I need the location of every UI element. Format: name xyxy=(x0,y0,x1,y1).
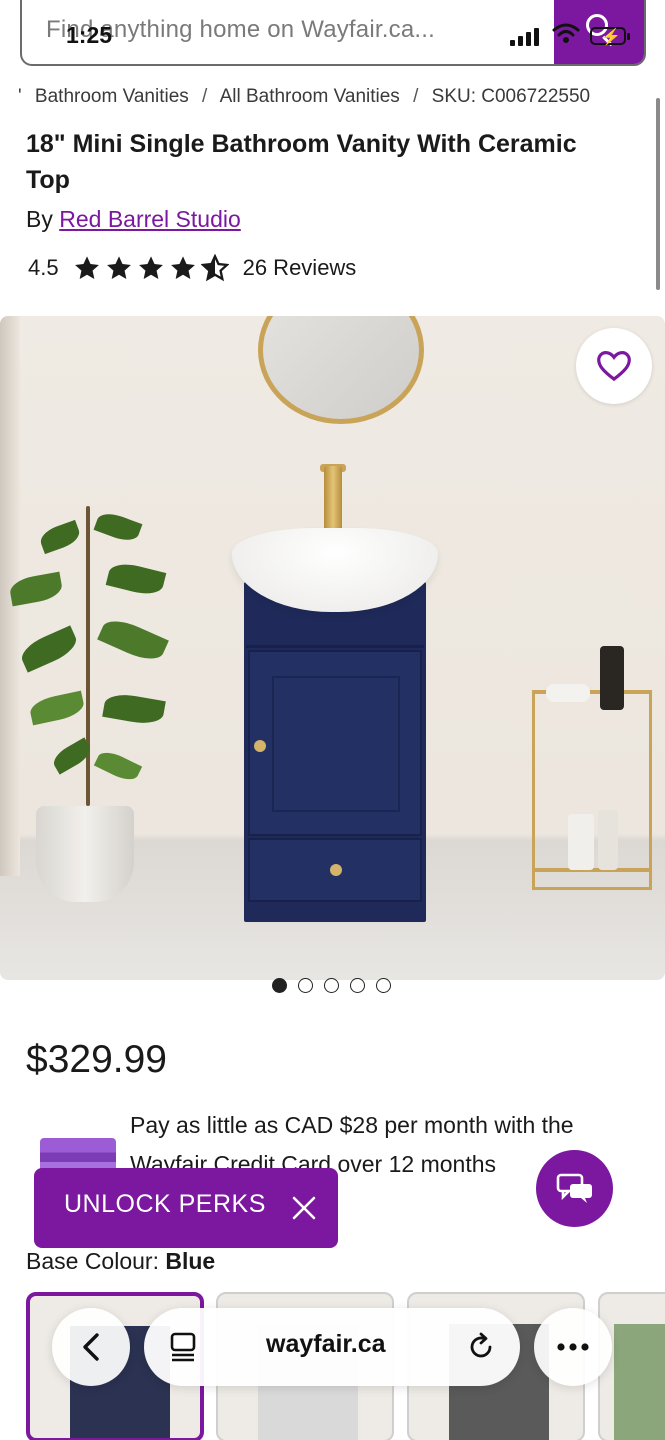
brand-link[interactable]: Red Barrel Studio xyxy=(59,206,241,232)
url-text[interactable]: wayfair.ca xyxy=(266,1330,386,1359)
more-button[interactable] xyxy=(534,1308,612,1386)
breadcrumb-item-sku: SKU: C006722550 xyxy=(431,86,591,107)
breadcrumb-lead: ' xyxy=(18,86,22,107)
faucet xyxy=(324,466,342,536)
favorite-button[interactable] xyxy=(576,328,652,404)
carousel-dot[interactable] xyxy=(350,978,365,993)
brand-line: By Red Barrel Studio xyxy=(26,206,241,233)
star-icon xyxy=(106,256,131,279)
more-icon xyxy=(557,1343,589,1351)
wifi-icon xyxy=(552,23,580,43)
breadcrumb-separator: / xyxy=(413,86,419,107)
breadcrumb: ' Bathroom Vanities / All Bathroom Vanit… xyxy=(18,86,590,108)
reviews-link[interactable]: 26 Reviews xyxy=(243,255,357,281)
battery-icon: ⚡ xyxy=(590,27,630,46)
address-bar[interactable]: wayfair.ca xyxy=(144,1308,520,1386)
unlock-perks-banner[interactable]: UNLOCK PERKS xyxy=(34,1168,338,1248)
base-colour-value: Blue xyxy=(165,1248,216,1274)
carousel-dot[interactable] xyxy=(298,978,313,993)
product-title: 18" Mini Single Bathroom Vanity With Cer… xyxy=(26,130,577,194)
signal-icon xyxy=(510,28,542,46)
colour-swatch[interactable] xyxy=(598,1292,665,1440)
rating-value: 4.5 xyxy=(28,255,59,280)
carousel-dot[interactable] xyxy=(324,978,339,993)
status-time: 1:25 xyxy=(66,22,113,48)
plant-pot xyxy=(36,806,134,902)
page-scrollbar[interactable] xyxy=(656,98,660,290)
unlock-perks-label[interactable]: UNLOCK PERKS xyxy=(64,1190,266,1219)
product-price: $329.99 xyxy=(26,1038,167,1081)
breadcrumb-item-all-bathroom-vanities[interactable]: All Bathroom Vanities xyxy=(220,86,400,107)
back-icon xyxy=(83,1333,99,1361)
carousel-dot[interactable] xyxy=(376,978,391,993)
carousel-dots[interactable] xyxy=(272,978,391,993)
reader-icon[interactable] xyxy=(170,1332,196,1362)
mirror xyxy=(258,316,424,424)
close-icon[interactable] xyxy=(290,1194,318,1222)
rating-row: 4.5 26 Reviews xyxy=(28,252,356,284)
carousel-dot[interactable] xyxy=(272,978,287,993)
breadcrumb-item-bathroom-vanities[interactable]: Bathroom Vanities xyxy=(35,86,189,107)
half-star-icon xyxy=(200,254,229,282)
star-icon xyxy=(74,256,99,279)
heart-icon xyxy=(597,351,631,382)
star-icon xyxy=(170,256,195,279)
star-icon xyxy=(138,256,163,279)
reload-icon[interactable] xyxy=(466,1332,496,1362)
base-colour-label: Base Colour: xyxy=(26,1248,159,1274)
base-colour-line: Base Colour: Blue xyxy=(26,1248,215,1275)
breadcrumb-separator: / xyxy=(202,86,208,107)
star-rating xyxy=(73,254,229,282)
back-button[interactable] xyxy=(52,1308,130,1386)
chat-icon xyxy=(556,1173,592,1203)
by-label: By xyxy=(26,206,53,232)
product-image[interactable] xyxy=(0,316,665,980)
chat-button[interactable] xyxy=(536,1150,613,1227)
